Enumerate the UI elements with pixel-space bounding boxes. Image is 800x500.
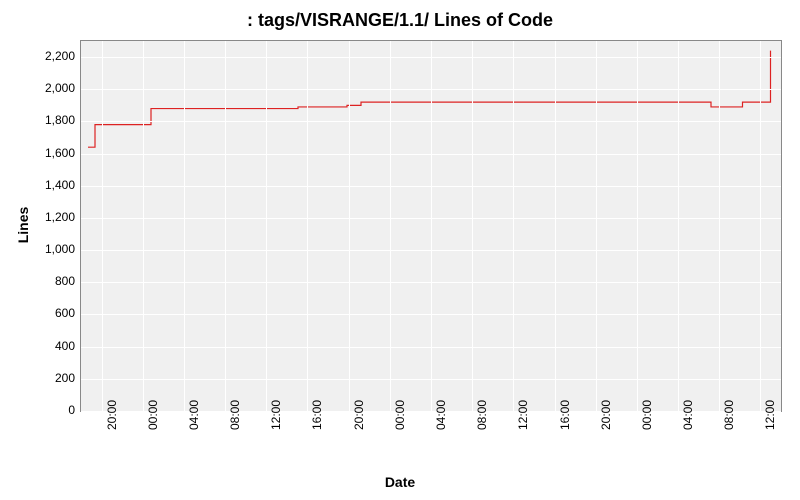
x-tick-label: 04:00 <box>187 400 201 430</box>
x-tick-label: 12:00 <box>516 400 530 430</box>
gridline-v <box>307 41 308 411</box>
y-tick-label: 1,800 <box>25 113 75 127</box>
gridline-v <box>596 41 597 411</box>
y-tick-label: 1,000 <box>25 242 75 256</box>
y-tick-label: 600 <box>25 306 75 320</box>
x-tick-label: 12:00 <box>763 400 777 430</box>
x-tick-label: 20:00 <box>352 400 366 430</box>
gridline-v <box>102 41 103 411</box>
x-tick-label: 12:00 <box>269 400 283 430</box>
gridline-v <box>143 41 144 411</box>
y-tick-label: 1,200 <box>25 210 75 224</box>
y-tick-label: 200 <box>25 371 75 385</box>
y-tick-label: 0 <box>25 403 75 417</box>
x-axis-label: Date <box>0 474 800 490</box>
x-tick-label: 08:00 <box>228 400 242 430</box>
gridline-v <box>678 41 679 411</box>
x-tick-label: 16:00 <box>558 400 572 430</box>
gridline-v <box>472 41 473 411</box>
gridline-v <box>719 41 720 411</box>
gridline-v <box>349 41 350 411</box>
y-tick-label: 800 <box>25 274 75 288</box>
y-tick-label: 1,600 <box>25 146 75 160</box>
gridline-v <box>637 41 638 411</box>
gridline-v <box>431 41 432 411</box>
gridline-v <box>513 41 514 411</box>
x-tick-label: 20:00 <box>599 400 613 430</box>
gridline-v <box>760 41 761 411</box>
x-tick-label: 00:00 <box>393 400 407 430</box>
x-tick-label: 20:00 <box>105 400 119 430</box>
chart-container: : tags/VISRANGE/1.1/ Lines of Code Lines… <box>0 0 800 500</box>
y-tick-label: 400 <box>25 339 75 353</box>
chart-title: : tags/VISRANGE/1.1/ Lines of Code <box>0 10 800 31</box>
y-tick-label: 2,000 <box>25 81 75 95</box>
x-tick-label: 00:00 <box>146 400 160 430</box>
x-tick-label: 00:00 <box>640 400 654 430</box>
gridline-v <box>225 41 226 411</box>
x-tick-label: 08:00 <box>475 400 489 430</box>
y-tick-label: 1,400 <box>25 178 75 192</box>
gridline-v <box>184 41 185 411</box>
gridline-h <box>81 411 781 412</box>
y-tick-label: 2,200 <box>25 49 75 63</box>
x-tick-label: 16:00 <box>310 400 324 430</box>
x-tick-label: 08:00 <box>722 400 736 430</box>
x-tick-label: 04:00 <box>681 400 695 430</box>
x-tick-label: 04:00 <box>434 400 448 430</box>
gridline-v <box>555 41 556 411</box>
gridline-v <box>390 41 391 411</box>
gridline-v <box>266 41 267 411</box>
plot-area <box>80 40 782 412</box>
